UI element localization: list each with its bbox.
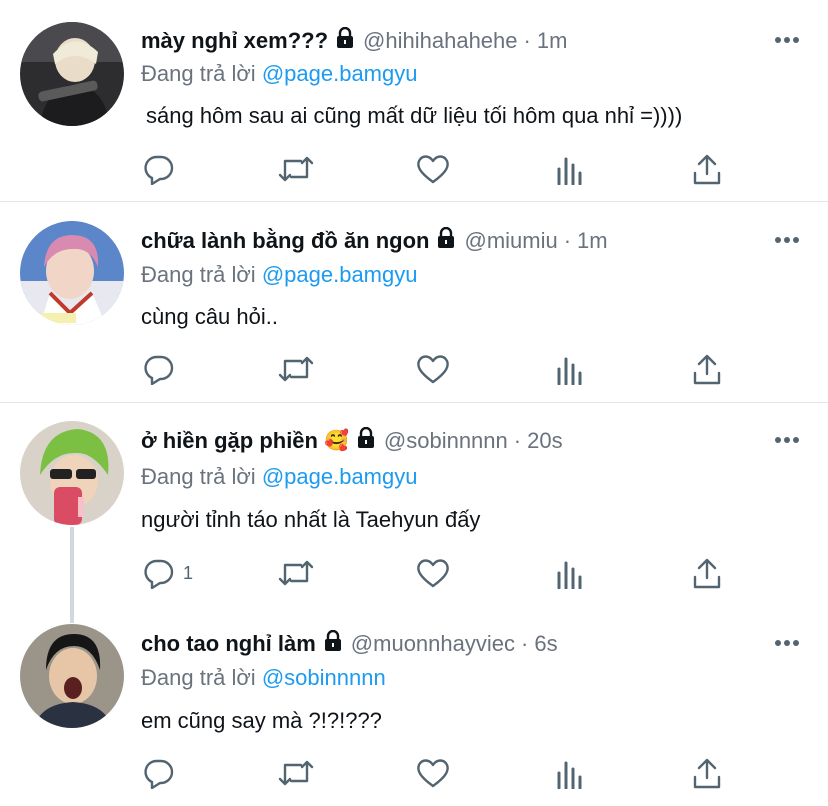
retweet-icon [278, 156, 314, 182]
replying-to: Đang trả lời @sobinnnnn [141, 665, 386, 691]
reply-icon [144, 155, 174, 185]
retweet-icon [278, 760, 314, 786]
analytics-icon [557, 561, 582, 589]
analytics-button[interactable] [555, 757, 585, 789]
replying-to: Đang trả lời @page.bamgyu [141, 262, 417, 288]
lock-icon [356, 426, 376, 454]
retweet-button[interactable] [277, 153, 315, 185]
retweet-icon [278, 560, 314, 586]
avatar[interactable] [20, 421, 124, 525]
tweet-text: em cũng say mà ?!?!??? [141, 708, 382, 733]
action-bar [141, 757, 741, 793]
mention-link[interactable]: @page.bamgyu [262, 61, 418, 86]
avatar[interactable] [20, 221, 124, 325]
user-handle[interactable]: @miumiu [464, 228, 557, 254]
replying-label: Đang trả lời [141, 665, 256, 690]
analytics-icon [557, 157, 582, 185]
more-icon[interactable] [774, 36, 800, 44]
share-icon [693, 558, 721, 589]
timestamp[interactable]: 1m [537, 28, 568, 54]
lock-icon [323, 629, 343, 657]
action-bar [141, 353, 741, 389]
display-name[interactable]: ở hiền gặp phiền [141, 428, 318, 454]
avatar[interactable] [20, 22, 124, 126]
avatar[interactable] [20, 624, 124, 728]
analytics-icon [557, 761, 582, 789]
timestamp[interactable]: 20s [527, 428, 562, 454]
share-icon [693, 154, 721, 185]
mention-link[interactable]: @page.bamgyu [262, 464, 418, 489]
heart-icon [417, 559, 449, 588]
more-icon[interactable] [774, 236, 800, 244]
user-handle[interactable]: @hihihahahehe [363, 28, 517, 54]
reply-button[interactable] [143, 353, 183, 385]
retweet-button[interactable] [277, 353, 315, 385]
action-bar [141, 153, 741, 189]
retweet-icon [278, 356, 314, 382]
separator-dot: · [513, 427, 522, 453]
share-button[interactable] [691, 757, 723, 789]
mention-link[interactable]: @sobinnnnn [262, 665, 386, 690]
user-handle[interactable]: @muonnhayviec [351, 631, 515, 657]
mention-link[interactable]: @page.bamgyu [262, 262, 418, 287]
tweet-2[interactable]: chữa lành bằng đồ ăn ngon @miumiu · 1m Đ… [0, 202, 828, 403]
like-button[interactable] [416, 153, 450, 185]
more-icon[interactable] [774, 436, 800, 444]
tweet-header: ở hiền gặp phiền 🥰 @sobinnnnn · 20s [141, 426, 563, 454]
tweet-header: mày nghỉ xem??? @hihihahahehe · 1m [141, 26, 568, 54]
retweet-button[interactable] [277, 557, 315, 589]
tweet-header: cho tao nghỉ làm @muonnhayviec · 6s [141, 629, 558, 657]
heart-icon [417, 759, 449, 788]
share-icon [693, 354, 721, 385]
share-button[interactable] [691, 353, 723, 385]
timestamp[interactable]: 6s [534, 631, 557, 657]
reply-icon [144, 759, 174, 789]
separator-dot: · [521, 630, 529, 656]
share-icon [693, 758, 721, 789]
lock-icon [436, 226, 456, 254]
share-button[interactable] [691, 557, 723, 589]
emoji: 🥰 [323, 430, 349, 452]
more-icon[interactable] [774, 639, 800, 647]
share-button[interactable] [691, 153, 723, 185]
analytics-button[interactable] [555, 557, 585, 589]
action-bar: 1 [141, 557, 741, 593]
heart-icon [417, 355, 449, 384]
tweet-text: sáng hôm sau ai cũng mất dữ liệu tối hôm… [146, 103, 683, 128]
tweet-header: chữa lành bằng đồ ăn ngon @miumiu · 1m [141, 226, 608, 254]
like-button[interactable] [416, 353, 450, 385]
lock-icon [335, 26, 355, 54]
reply-button[interactable] [143, 757, 183, 789]
reply-icon [144, 355, 174, 385]
tweet-text: người tỉnh táo nhất là Taehyun đấy [141, 507, 481, 532]
analytics-icon [557, 357, 582, 385]
tweet-4[interactable]: cho tao nghỉ làm @muonnhayviec · 6s Đang… [0, 606, 828, 806]
separator-dot: · [523, 27, 531, 53]
display-name[interactable]: cho tao nghỉ làm [141, 631, 316, 657]
reply-button[interactable]: 1 [143, 557, 193, 589]
separator-dot: · [563, 227, 572, 253]
analytics-button[interactable] [555, 353, 585, 385]
display-name[interactable]: mày nghỉ xem??? [141, 28, 328, 54]
reply-button[interactable] [143, 153, 183, 185]
timestamp[interactable]: 1m [577, 228, 608, 254]
replying-label: Đang trả lời [141, 464, 256, 489]
replying-to: Đang trả lời @page.bamgyu [141, 464, 417, 490]
tweet-1[interactable]: mày nghỉ xem??? @hihihahahehe · 1m Đang … [0, 0, 828, 202]
retweet-button[interactable] [277, 757, 315, 789]
display-name[interactable]: chữa lành bằng đồ ăn ngon [141, 228, 429, 254]
tweet-3[interactable]: ở hiền gặp phiền 🥰 @sobinnnnn · 20s Đang… [0, 403, 828, 623]
analytics-button[interactable] [555, 153, 585, 185]
heart-icon [417, 155, 449, 184]
user-handle[interactable]: @sobinnnnn [384, 428, 508, 454]
replying-to: Đang trả lời @page.bamgyu [141, 61, 417, 87]
reply-count: 1 [183, 562, 194, 583]
replying-label: Đang trả lời [141, 262, 256, 287]
like-button[interactable] [416, 557, 450, 589]
like-button[interactable] [416, 757, 450, 789]
reply-icon [144, 559, 174, 589]
replying-label: Đang trả lời [141, 61, 256, 86]
tweet-text: cùng câu hỏi.. [141, 304, 278, 329]
